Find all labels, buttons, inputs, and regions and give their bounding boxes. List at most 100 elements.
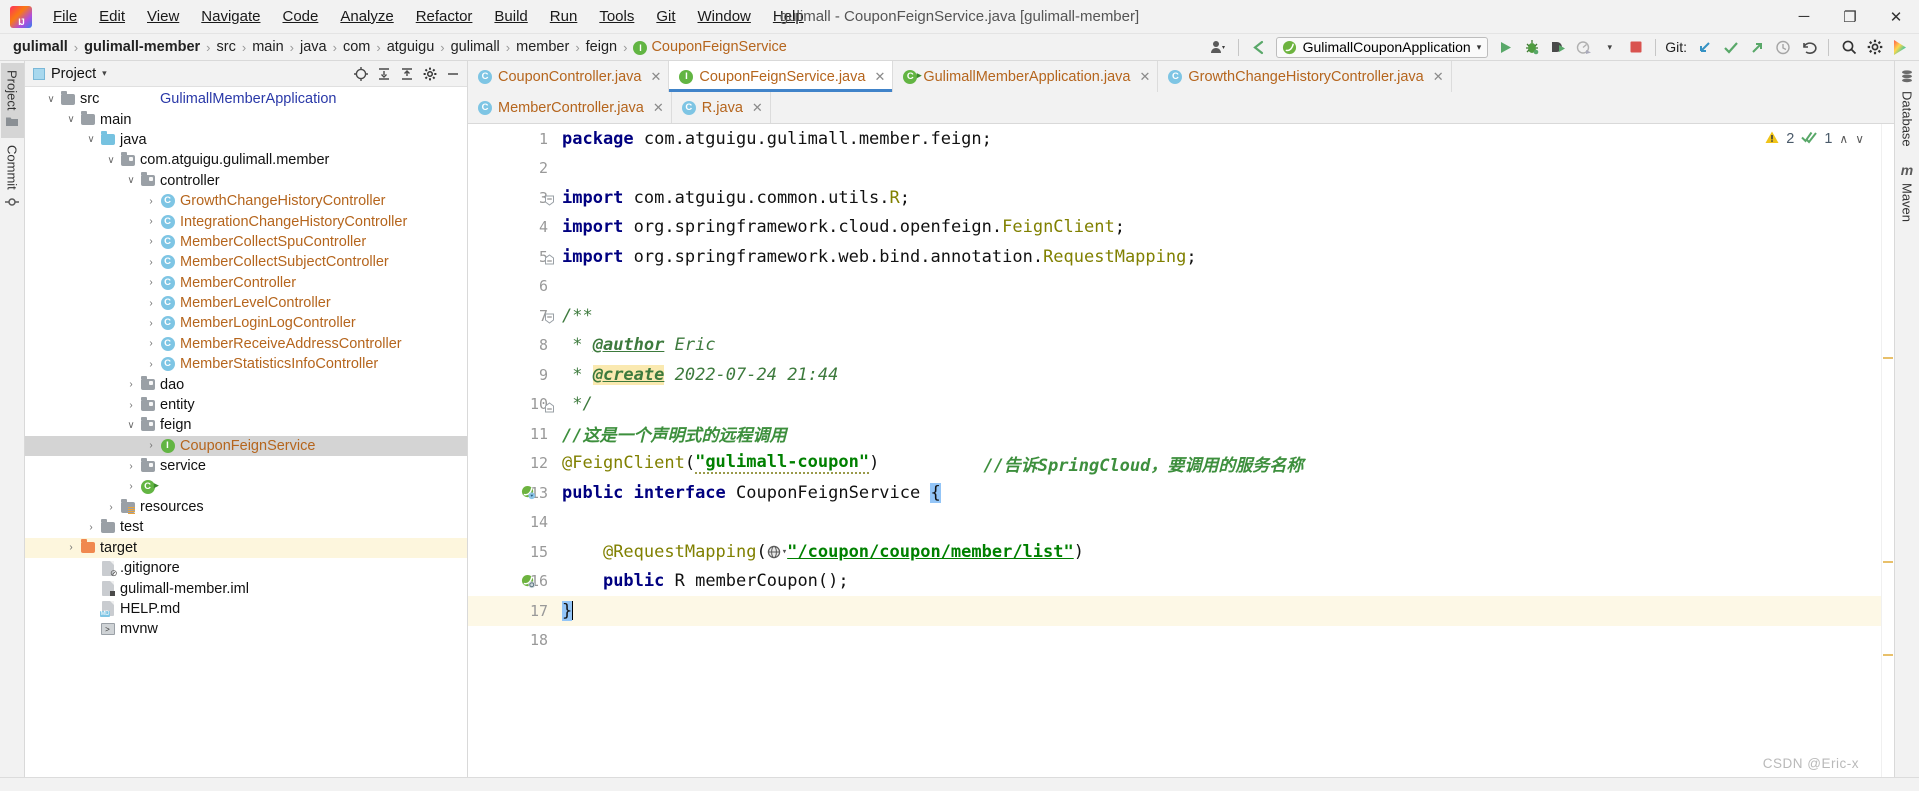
maximize-button[interactable]: ❐: [1827, 0, 1873, 33]
profiler-icon[interactable]: [1571, 36, 1596, 59]
menu-navigate[interactable]: Navigate: [190, 4, 271, 30]
menu-file[interactable]: File: [42, 4, 88, 30]
tree-collapse-arrow-icon[interactable]: ∨: [123, 175, 139, 186]
tree-expand-arrow-icon[interactable]: ›: [83, 522, 99, 533]
breadcrumb-item-gulimall-pkg[interactable]: gulimall: [446, 38, 505, 56]
editor-marker-column[interactable]: [1881, 124, 1894, 777]
sidebar-item-database[interactable]: Database: [1896, 63, 1919, 156]
hide-pane-icon[interactable]: [442, 64, 463, 84]
editor-tab[interactable]: CGulimallMemberApplication.java ✕: [893, 61, 1159, 92]
git-commit-icon[interactable]: [1718, 36, 1743, 59]
run-icon[interactable]: [1493, 36, 1518, 59]
editor-tab[interactable]: C MemberController.java ✕: [468, 92, 672, 123]
tree-expand-arrow-icon[interactable]: ›: [143, 338, 159, 349]
tree-expand-arrow-icon[interactable]: ›: [123, 400, 139, 411]
editor-tab[interactable]: C GrowthChangeHistoryController.java ✕: [1158, 61, 1452, 92]
tree-expand-arrow-icon[interactable]: ›: [123, 379, 139, 390]
tree-expand-arrow-icon[interactable]: ›: [63, 542, 79, 553]
select-opened-file-icon[interactable]: [350, 64, 371, 84]
breadcrumb-item-atguigu[interactable]: atguigu: [382, 38, 440, 56]
breadcrumb-item-feign[interactable]: feign: [581, 38, 622, 56]
tree-collapse-arrow-icon[interactable]: ∨: [83, 134, 99, 145]
tree-collapse-arrow-icon[interactable]: ∨: [43, 94, 59, 105]
menu-code[interactable]: Code: [271, 4, 329, 30]
close-icon[interactable]: ✕: [752, 100, 763, 116]
close-icon[interactable]: ✕: [874, 69, 885, 85]
error-stripe-mark[interactable]: [1883, 561, 1893, 563]
close-icon[interactable]: ✕: [1139, 69, 1150, 85]
tree-expand-arrow-icon[interactable]: ›: [123, 461, 139, 472]
settings-gear-icon[interactable]: [419, 64, 440, 84]
editor-tab[interactable]: I CouponFeignService.java ✕: [669, 61, 894, 92]
error-stripe-mark[interactable]: [1883, 654, 1893, 656]
tree-collapse-arrow-icon[interactable]: ∨: [123, 420, 139, 431]
back-arrow-icon[interactable]: [1246, 36, 1271, 59]
editor-tab[interactable]: C CouponController.java ✕: [468, 61, 670, 92]
menu-refactor[interactable]: Refactor: [405, 4, 484, 30]
error-stripe-mark[interactable]: [1883, 357, 1893, 359]
breadcrumb-item-java[interactable]: java: [295, 38, 332, 56]
web-url-icon[interactable]: ▾: [767, 545, 787, 559]
spring-mapping-icon[interactable]: [521, 574, 536, 589]
menu-tools[interactable]: Tools: [588, 4, 645, 30]
tree-collapse-arrow-icon[interactable]: ∨: [63, 114, 79, 125]
close-icon[interactable]: ✕: [650, 69, 661, 85]
menu-build[interactable]: Build: [483, 4, 538, 30]
close-button[interactable]: ✕: [1873, 0, 1919, 33]
close-icon[interactable]: ✕: [1433, 69, 1444, 85]
chevron-up-icon[interactable]: ∧: [1839, 132, 1848, 146]
sidebar-item-commit[interactable]: Commit: [1, 138, 24, 219]
ide-features-icon[interactable]: [1888, 36, 1913, 59]
menu-window[interactable]: Window: [687, 4, 762, 30]
breadcrumb-item-main[interactable]: main: [247, 38, 288, 56]
tree-expand-arrow-icon[interactable]: ›: [143, 440, 159, 451]
tree-collapse-arrow-icon[interactable]: ∨: [103, 155, 119, 166]
breadcrumb-item-gulimall[interactable]: gulimall: [8, 38, 73, 56]
breadcrumb-item-member[interactable]: member: [511, 38, 574, 56]
tree-expand-arrow-icon[interactable]: ›: [143, 236, 159, 247]
chevron-down-icon[interactable]: ∨: [1855, 132, 1864, 146]
tree-expand-arrow-icon[interactable]: ›: [143, 359, 159, 370]
sidebar-item-project[interactable]: Project: [0, 63, 24, 139]
code-editor[interactable]: 1 2 3 4 5 6 7 8 9 10 11 12 13 14 15 16 1…: [468, 124, 1894, 777]
minimize-button[interactable]: ─: [1781, 0, 1827, 33]
close-icon[interactable]: ✕: [653, 100, 664, 116]
spring-bean-icon[interactable]: [521, 485, 536, 500]
tree-expand-arrow-icon[interactable]: ›: [143, 196, 159, 207]
run-configuration-selector[interactable]: GulimallCouponApplication ▾: [1275, 36, 1489, 58]
user-icon[interactable]: [1206, 36, 1231, 59]
tree-expand-arrow-icon[interactable]: ›: [123, 481, 139, 492]
tree-expand-arrow-icon[interactable]: ›: [103, 502, 119, 513]
inspection-widget[interactable]: 2 1 ∧ ∨: [1762, 130, 1867, 148]
expand-all-icon[interactable]: [373, 64, 394, 84]
tree-node[interactable]: ›CGulimallMemberApplication: [25, 91, 467, 496]
stop-icon[interactable]: [1623, 36, 1648, 59]
menu-analyze[interactable]: Analyze: [329, 4, 404, 30]
git-update-icon[interactable]: [1692, 36, 1717, 59]
debug-icon[interactable]: [1519, 36, 1544, 59]
breadcrumb-item-src[interactable]: src: [212, 38, 241, 56]
breadcrumb-item-com[interactable]: com: [338, 38, 375, 56]
profiler-dropdown-icon[interactable]: ▾: [1597, 36, 1622, 59]
tree-expand-arrow-icon[interactable]: ›: [143, 257, 159, 268]
tree-expand-arrow-icon[interactable]: ›: [143, 318, 159, 329]
breadcrumb-item-gulimall-member[interactable]: gulimall-member: [79, 38, 205, 56]
tree-expand-arrow-icon[interactable]: ›: [143, 277, 159, 288]
editor-tab[interactable]: C R.java ✕: [671, 92, 771, 123]
chevron-down-icon[interactable]: ▾: [102, 68, 107, 79]
editor-gutter[interactable]: 1 2 3 4 5 6 7 8 9 10 11 12 13 14 15 16 1…: [468, 124, 554, 777]
git-history-icon[interactable]: [1770, 36, 1795, 59]
sidebar-item-maven[interactable]: m Maven: [1896, 156, 1919, 231]
menu-help[interactable]: Help: [762, 4, 815, 30]
menu-edit[interactable]: Edit: [88, 4, 136, 30]
tree-expand-arrow-icon[interactable]: ›: [143, 298, 159, 309]
git-push-icon[interactable]: [1744, 36, 1769, 59]
tree-expand-arrow-icon[interactable]: ›: [143, 216, 159, 227]
git-rollback-icon[interactable]: [1796, 36, 1821, 59]
run-with-coverage-icon[interactable]: [1545, 36, 1570, 59]
menu-run[interactable]: Run: [539, 4, 589, 30]
menu-view[interactable]: View: [136, 4, 190, 30]
project-tree[interactable]: ∨ src ∨ main ∨ java ∨ com.atguigu.gulimall.memb…: [25, 87, 467, 777]
breadcrumb-item-current-file[interactable]: I CouponFeignService: [628, 38, 791, 56]
menu-git[interactable]: Git: [645, 4, 686, 30]
